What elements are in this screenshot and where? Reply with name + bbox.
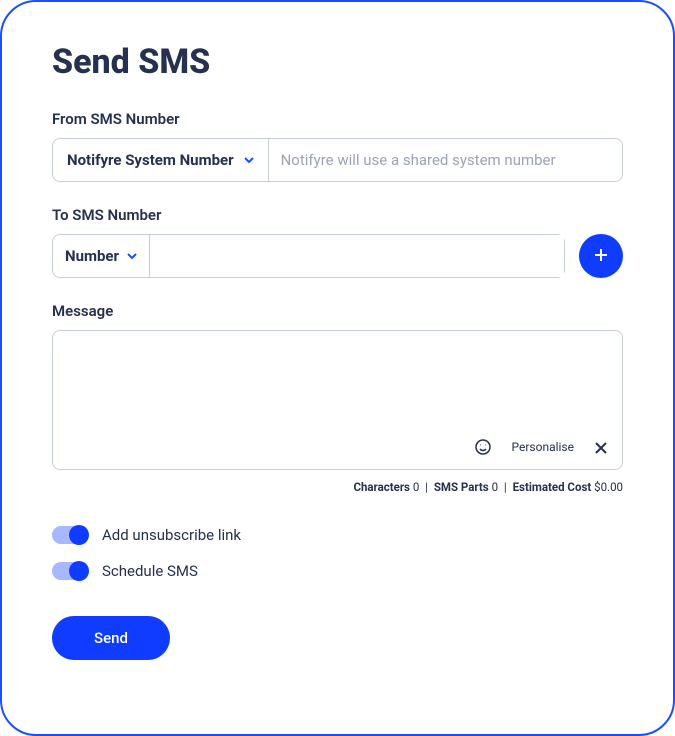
to-input-wrap: Number: [52, 234, 565, 278]
cost-value: $0.00: [594, 480, 623, 494]
characters-value: 0: [413, 480, 419, 494]
message-field-group: Message Personalise Character: [52, 302, 623, 494]
from-number-select[interactable]: Notifyre System Number: [53, 139, 269, 181]
message-box: Personalise: [52, 330, 623, 470]
message-stats: Characters 0 | SMS Parts 0 | Estimated C…: [52, 480, 623, 494]
chevron-down-icon: [127, 251, 137, 261]
chevron-down-icon: [244, 155, 254, 165]
toggles-section: Add unsubscribe link Schedule SMS: [52, 526, 623, 580]
message-toolbar: Personalise: [67, 433, 608, 455]
to-number-input[interactable]: [150, 235, 564, 277]
add-recipient-button[interactable]: [579, 234, 623, 278]
emoji-icon[interactable]: [475, 439, 491, 455]
personalise-button[interactable]: Personalise: [511, 440, 574, 454]
page-title: Send SMS: [52, 42, 623, 82]
from-field-group: From SMS Number Notifyre System Number N…: [52, 110, 623, 182]
send-button[interactable]: Send: [52, 616, 170, 660]
from-row: Notifyre System Number Notifyre will use…: [52, 138, 623, 182]
from-hint: Notifyre will use a shared system number: [269, 139, 622, 181]
cost-label: Estimated Cost: [513, 480, 592, 494]
schedule-toggle[interactable]: [52, 562, 88, 580]
message-label: Message: [52, 302, 623, 320]
from-label: From SMS Number: [52, 110, 623, 128]
send-sms-panel: Send SMS From SMS Number Notifyre System…: [0, 0, 675, 736]
close-icon[interactable]: [594, 440, 608, 454]
to-type-select[interactable]: Number: [53, 235, 150, 277]
schedule-toggle-row: Schedule SMS: [52, 562, 623, 580]
characters-label: Characters: [353, 480, 410, 494]
to-type-selected: Number: [65, 247, 119, 265]
parts-value: 0: [492, 480, 498, 494]
unsubscribe-toggle[interactable]: [52, 526, 88, 544]
message-textarea[interactable]: [67, 345, 608, 433]
schedule-label: Schedule SMS: [102, 562, 198, 580]
to-row: Number: [52, 234, 623, 278]
to-label: To SMS Number: [52, 206, 623, 224]
parts-label: SMS Parts: [434, 480, 489, 494]
from-number-selected: Notifyre System Number: [67, 151, 234, 169]
to-field-group: To SMS Number Number: [52, 206, 623, 278]
plus-icon: [593, 247, 609, 266]
unsubscribe-label: Add unsubscribe link: [102, 526, 241, 544]
unsubscribe-toggle-row: Add unsubscribe link: [52, 526, 623, 544]
